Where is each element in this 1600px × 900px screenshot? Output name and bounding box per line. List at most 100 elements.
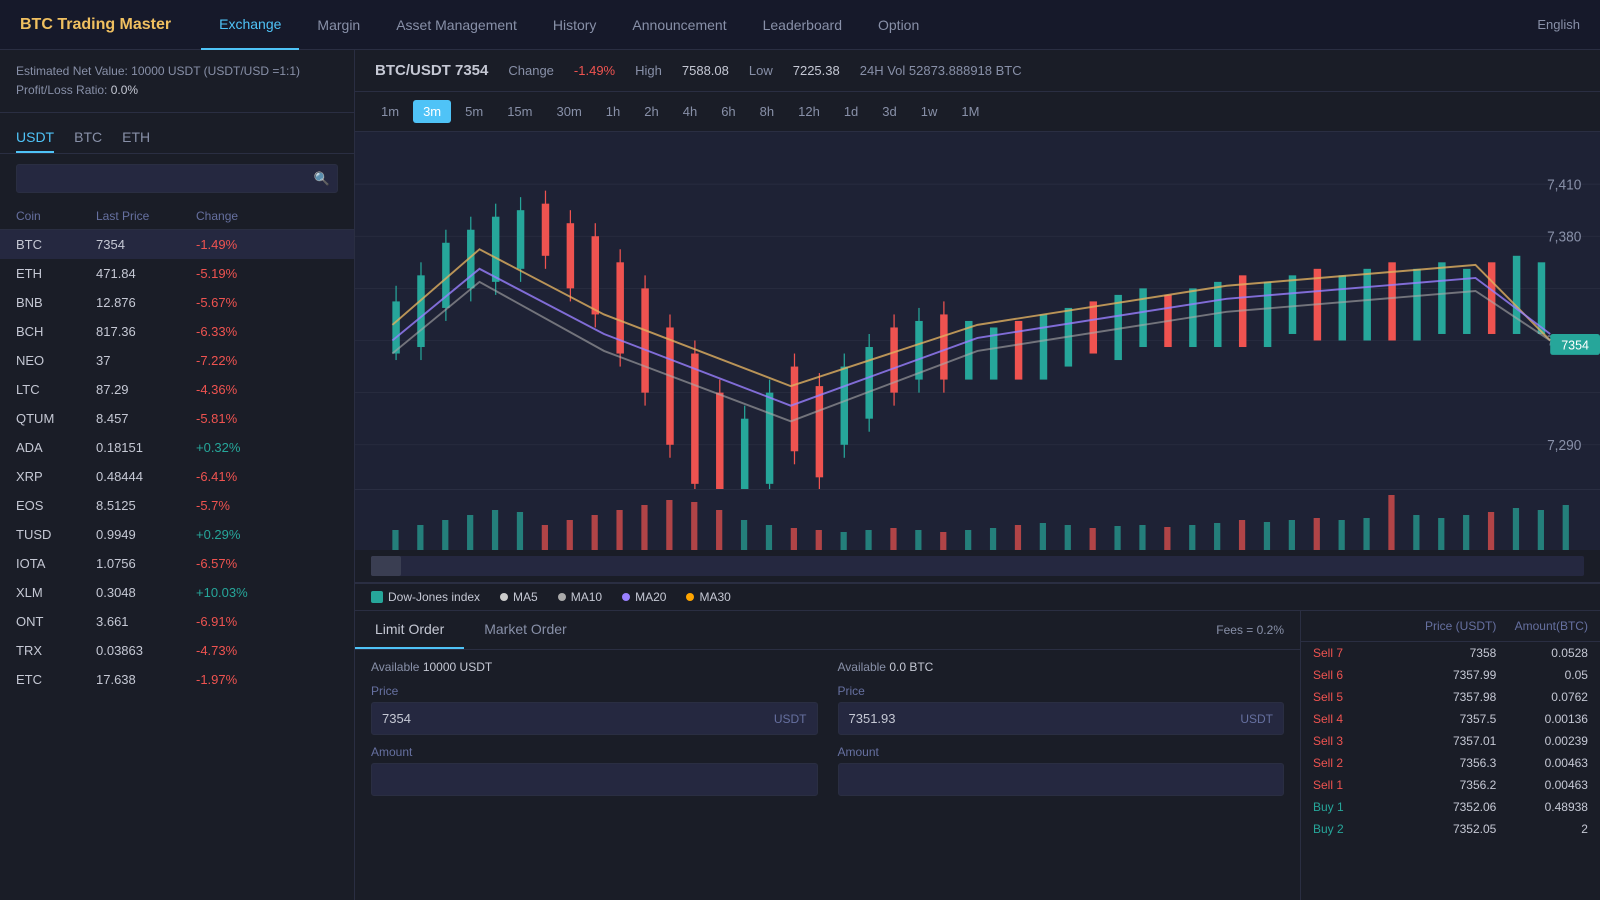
coin-row-iota[interactable]: IOTA 1.0756 -6.57% xyxy=(0,549,354,578)
coin-price: 8.457 xyxy=(96,411,196,426)
time-tab-3m[interactable]: 3m xyxy=(413,100,451,123)
time-tab-1M[interactable]: 1M xyxy=(951,100,989,123)
buy-amount-input[interactable] xyxy=(372,764,817,795)
coin-row-eth[interactable]: ETH 471.84 -5.19% xyxy=(0,259,354,288)
coin-row-bch[interactable]: BCH 817.36 -6.33% xyxy=(0,317,354,346)
coin-row-eos[interactable]: EOS 8.5125 -5.7% xyxy=(0,491,354,520)
ob-sell-5-price: 7357.98 xyxy=(1405,690,1497,704)
order-book-header: Price (USDT) Amount(BTC) xyxy=(1301,611,1600,642)
order-tab-market[interactable]: Market Order xyxy=(464,611,586,649)
legend-ma5-icon xyxy=(500,593,508,601)
sell-price-input-wrap: USDT xyxy=(838,702,1285,735)
coin-row-btc[interactable]: BTC 7354 -1.49% xyxy=(0,230,354,259)
chart-high-val: 7588.08 xyxy=(682,63,729,78)
legend-ma30-icon xyxy=(686,593,694,601)
buy-amount-label: Amount xyxy=(371,745,818,759)
coin-name: NEO xyxy=(16,353,96,368)
sell-side: Available 0.0 BTC Price USDT Amount xyxy=(838,660,1285,806)
time-tab-3d[interactable]: 3d xyxy=(872,100,906,123)
coin-name: BCH xyxy=(16,324,96,339)
coin-price: 0.3048 xyxy=(96,585,196,600)
header-price: Last Price xyxy=(96,209,196,223)
coin-price: 37 xyxy=(96,353,196,368)
coin-row-trx[interactable]: TRX 0.03863 -4.73% xyxy=(0,636,354,665)
time-tab-1d[interactable]: 1d xyxy=(834,100,868,123)
coin-tab-eth[interactable]: ETH xyxy=(122,123,150,153)
svg-text:7,410: 7,410 xyxy=(1547,176,1581,192)
time-tab-6h[interactable]: 6h xyxy=(711,100,745,123)
nav-item-exchange[interactable]: Exchange xyxy=(201,0,299,50)
coin-tab-btc[interactable]: BTC xyxy=(74,123,102,153)
order-tab-limit[interactable]: Limit Order xyxy=(355,611,464,649)
ob-sell-7-price: 7358 xyxy=(1405,646,1497,660)
coin-row-tusd[interactable]: TUSD 0.9949 +0.29% xyxy=(0,520,354,549)
coin-price: 817.36 xyxy=(96,324,196,339)
coin-change: -5.19% xyxy=(196,266,296,281)
coin-row-etc[interactable]: ETC 17.638 -1.97% xyxy=(0,665,354,694)
buy-price-input[interactable] xyxy=(372,703,764,734)
coin-change: +0.29% xyxy=(196,527,296,542)
coin-name: ETC xyxy=(16,672,96,687)
ob-sell-3-label: Sell 3 xyxy=(1313,734,1405,748)
nav-language[interactable]: English xyxy=(1537,17,1580,32)
ob-sell-3-amount: 0.00239 xyxy=(1496,734,1588,748)
sell-price-input[interactable] xyxy=(839,703,1231,734)
volume-chart xyxy=(355,490,1600,550)
sell-amount-input[interactable] xyxy=(839,764,1284,795)
time-tab-12h[interactable]: 12h xyxy=(788,100,830,123)
coin-row-ont[interactable]: ONT 3.661 -6.91% xyxy=(0,607,354,636)
nav-item-option[interactable]: Option xyxy=(860,0,937,50)
order-content: Available 10000 USDT Price USDT Amount xyxy=(355,650,1300,816)
net-value-text: Estimated Net Value: 10000 USDT (USDT/US… xyxy=(16,62,338,81)
ob-sell-4-amount: 0.00136 xyxy=(1496,712,1588,726)
time-tab-15m[interactable]: 15m xyxy=(497,100,542,123)
coin-row-xrp[interactable]: XRP 0.48444 -6.41% xyxy=(0,462,354,491)
coin-change: -5.7% xyxy=(196,498,296,513)
time-tab-1h[interactable]: 1h xyxy=(596,100,630,123)
ob-header-side xyxy=(1313,619,1405,633)
header-coin: Coin xyxy=(16,209,96,223)
coin-name: ETH xyxy=(16,266,96,281)
change-label: Change xyxy=(508,63,554,78)
svg-text:7,380: 7,380 xyxy=(1547,228,1581,244)
order-book: Price (USDT) Amount(BTC) Sell 7 7358 0.0… xyxy=(1300,611,1600,900)
buy-price-input-wrap: USDT xyxy=(371,702,818,735)
coin-row-xlm[interactable]: XLM 0.3048 +10.03% xyxy=(0,578,354,607)
nav-item-leaderboard[interactable]: Leaderboard xyxy=(745,0,860,50)
search-icon: 🔍 xyxy=(314,171,330,187)
coin-row-ada[interactable]: ADA 0.18151 +0.32% xyxy=(0,433,354,462)
search-box: 🔍 xyxy=(0,154,354,203)
time-tab-1m[interactable]: 1m xyxy=(371,100,409,123)
time-tab-30m[interactable]: 30m xyxy=(546,100,591,123)
coin-row-ltc[interactable]: LTC 87.29 -4.36% xyxy=(0,375,354,404)
ob-sell-6-amount: 0.05 xyxy=(1496,668,1588,682)
legend-dow-icon xyxy=(371,591,383,603)
coin-price: 471.84 xyxy=(96,266,196,281)
legend-dow-label: Dow-Jones index xyxy=(388,590,480,604)
coin-row-bnb[interactable]: BNB 12.876 -5.67% xyxy=(0,288,354,317)
ob-sell-1-price: 7356.2 xyxy=(1405,778,1497,792)
ob-sell-5-amount: 0.0762 xyxy=(1496,690,1588,704)
coin-tab-usdt[interactable]: USDT xyxy=(16,123,54,153)
legend-ma30: MA30 xyxy=(686,590,730,604)
coin-change: -6.33% xyxy=(196,324,296,339)
legend-ma20-label: MA20 xyxy=(635,590,666,604)
top-nav: BTC Trading Master Exchange Margin Asset… xyxy=(0,0,1600,50)
coin-row-qtum[interactable]: QTUM 8.457 -5.81% xyxy=(0,404,354,433)
time-tab-2h[interactable]: 2h xyxy=(634,100,668,123)
nav-item-asset[interactable]: Asset Management xyxy=(378,0,535,50)
time-tab-8h[interactable]: 8h xyxy=(750,100,784,123)
price-chart: 7,410 7,380 7,320 7,290 7,260 7354 xyxy=(355,132,1600,549)
nav-item-history[interactable]: History xyxy=(535,0,615,50)
time-tab-5m[interactable]: 5m xyxy=(455,100,493,123)
time-tab-1w[interactable]: 1w xyxy=(911,100,948,123)
coin-change: -7.22% xyxy=(196,353,296,368)
sell-price-currency: USDT xyxy=(1230,704,1283,734)
coin-row-neo[interactable]: NEO 37 -7.22% xyxy=(0,346,354,375)
nav-item-margin[interactable]: Margin xyxy=(299,0,378,50)
nav-item-announcement[interactable]: Announcement xyxy=(614,0,744,50)
coin-name: XLM xyxy=(16,585,96,600)
search-input[interactable] xyxy=(16,164,338,193)
time-tab-4h[interactable]: 4h xyxy=(673,100,707,123)
coin-change: +0.32% xyxy=(196,440,296,455)
